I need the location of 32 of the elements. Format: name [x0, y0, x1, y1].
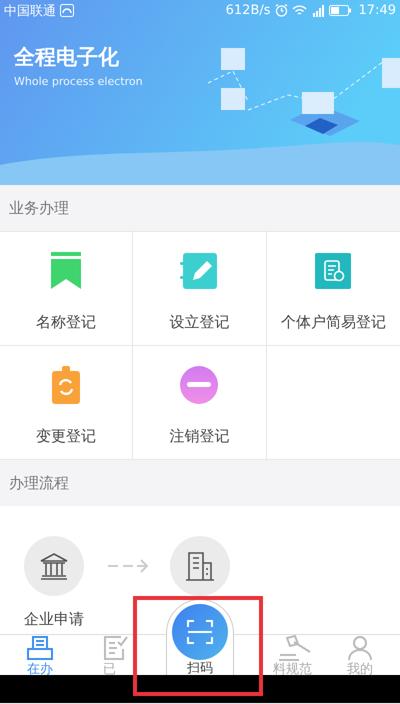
person-icon: [348, 635, 372, 661]
scan-icon: [187, 620, 213, 644]
tray-icon: [26, 635, 54, 661]
dashed-arrow-icon: [108, 559, 148, 573]
notebook-pencil-icon: [179, 252, 220, 290]
banner-subtitle: Whole process electron: [14, 75, 143, 88]
service-tile[interactable]: 个体户简易登记: [266, 232, 400, 346]
gavel-icon: [278, 635, 312, 661]
building-icon: [185, 551, 215, 581]
alarm-clock-icon: [274, 4, 288, 17]
service-tile[interactable]: 注销登记: [133, 346, 267, 460]
scan-tab[interactable]: 扫码: [166, 599, 234, 675]
wifi-icon: [292, 4, 307, 16]
bookmark-icon: [50, 252, 82, 290]
minus-circle-icon: [180, 366, 218, 404]
checklist-icon: [103, 635, 129, 661]
document-icon: [315, 253, 352, 289]
service-tile[interactable]: 变更登记: [0, 346, 134, 460]
section-title: 办理流程: [9, 474, 69, 492]
network-icon: [60, 4, 74, 17]
battery-icon: [328, 5, 351, 16]
clock-time: 17:49: [358, 3, 396, 18]
carrier-name: 中国联通: [4, 2, 56, 20]
service-tile[interactable]: 设立登记: [133, 232, 267, 346]
service-tile[interactable]: 名称登记: [0, 232, 134, 346]
network-speed: 612B/s: [226, 3, 271, 18]
step-label: 企业申请: [24, 610, 84, 629]
section-title: 业务办理: [9, 198, 69, 218]
signal-icon: [310, 4, 325, 16]
banner-title: 全程电子化: [14, 44, 119, 71]
bank-icon: [39, 552, 69, 580]
clipboard-icon: [52, 366, 80, 404]
